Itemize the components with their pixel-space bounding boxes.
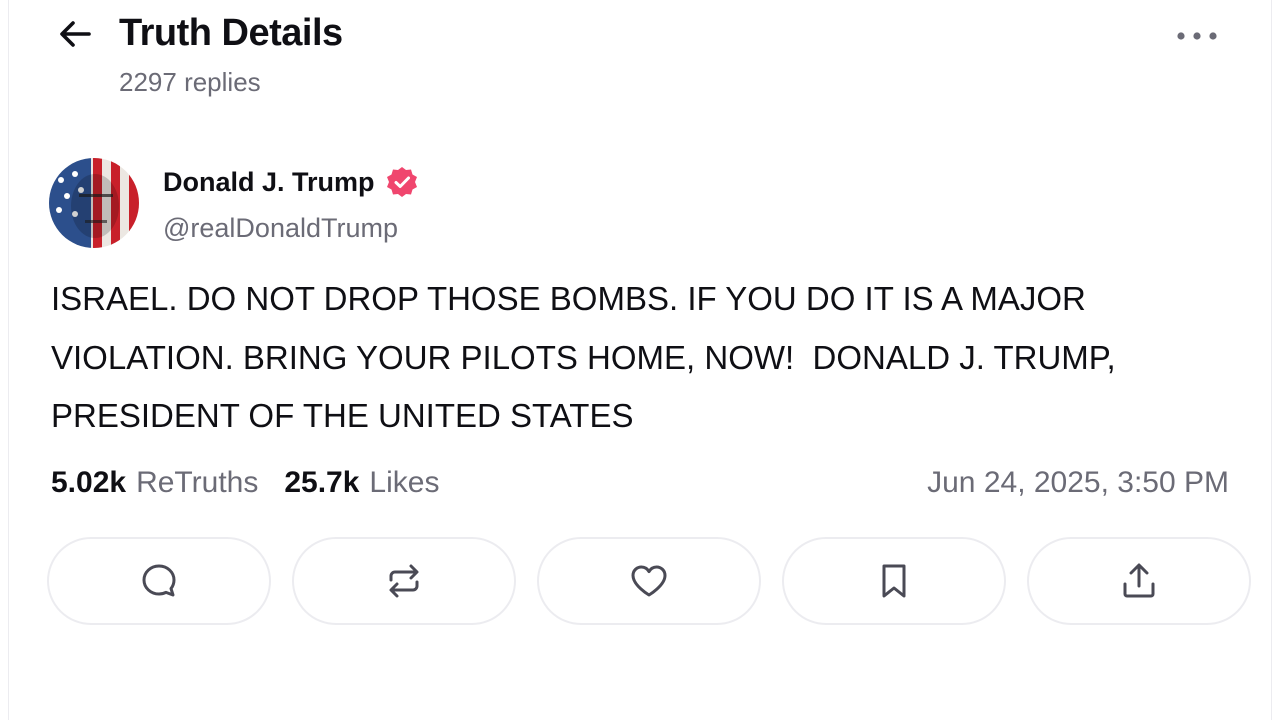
share-button[interactable] [1027,537,1251,625]
author-name-row[interactable]: Donald J. Trump [163,164,419,200]
ellipsis-icon [1177,32,1217,40]
post-detail-panel: Truth Details 2297 replies Donald J. Tru… [8,0,1272,720]
back-button[interactable] [53,14,97,54]
retruths-stat[interactable]: 5.02k ReTruths [51,462,258,504]
retruths-label: ReTruths [136,466,259,499]
bookmark-icon [882,564,906,598]
author-name: Donald J. Trump [163,167,375,197]
post-timestamp: Jun 24, 2025, 3:50 PM [927,466,1229,499]
retruth-button[interactable] [292,537,516,625]
avatar-image [49,158,139,248]
engagement-stats: 5.02k ReTruths 25.7k Likes [51,462,439,504]
avatar[interactable] [49,158,139,248]
likes-label: Likes [369,466,440,499]
like-button[interactable] [537,537,761,625]
arrow-left-icon [60,21,91,47]
more-options-button[interactable] [1169,18,1225,54]
retruths-count: 5.02k [51,466,127,499]
likes-count: 25.7k [284,466,360,499]
reply-button[interactable] [47,537,271,625]
bookmark-button[interactable] [782,537,1006,625]
page-title: Truth Details [119,12,343,54]
heart-icon [631,565,667,597]
verified-badge-icon [385,165,419,199]
action-bar [47,537,1251,625]
author-handle[interactable]: @realDonaldTrump [163,210,398,246]
post-text: ISRAEL. DO NOT DROP THOSE BOMBS. IF YOU … [51,280,1125,434]
repost-icon [389,564,419,598]
likes-stat[interactable]: 25.7k Likes [284,462,439,504]
reply-count: 2297 replies [119,67,261,97]
comment-icon [142,564,176,597]
share-icon [1123,563,1155,598]
